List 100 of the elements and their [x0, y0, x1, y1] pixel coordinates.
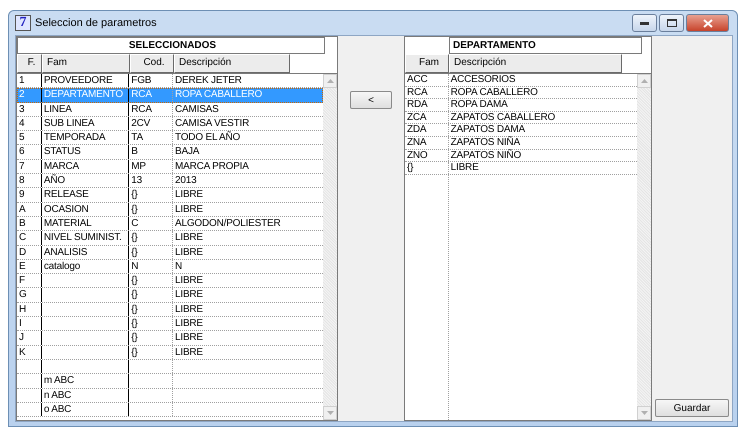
table-cell: AÑO — [42, 174, 130, 188]
table-cell-text: N — [174, 260, 184, 274]
table-row[interactable]: K {} LIBRE — [17, 346, 323, 360]
table-cell: J — [17, 331, 42, 345]
table-cell: n ABC — [42, 388, 130, 402]
table-row[interactable]: A OCASION {} LIBRE — [17, 202, 323, 217]
table-cell-text: ZAPATOS NIÑO — [450, 150, 522, 162]
table-cell: 5 — [17, 131, 42, 144]
table-cell: PROVEEDORE — [42, 74, 130, 88]
table-cell: 9 — [17, 188, 42, 202]
table-row[interactable]: J {} LIBRE — [17, 331, 323, 346]
column-header[interactable]: F. — [17, 54, 42, 73]
table-cell-text: ALGODON/POLIESTER — [174, 216, 282, 230]
table-row[interactable]: 8 AÑO 13 2013 — [17, 174, 323, 188]
table-row[interactable]: {} LIBRE — [405, 162, 637, 175]
table-cell: {} — [129, 274, 173, 288]
table-cell: RDA — [405, 99, 449, 111]
table-row[interactable]: n ABC — [17, 388, 323, 403]
table-cell-text: BAJA — [174, 145, 200, 159]
table-row[interactable]: RDA ROPA DAMA — [405, 99, 637, 112]
table-cell: N — [129, 260, 173, 274]
scrollbar[interactable] — [323, 74, 337, 420]
table-cell-text: LIBRE — [174, 346, 204, 359]
table-row[interactable]: 4 SUB LINEA 2CV CAMISA VESTIR — [17, 116, 323, 132]
scroll-down-icon[interactable] — [640, 411, 648, 415]
save-button[interactable]: Guardar — [655, 399, 729, 417]
column-header[interactable]: Descripción — [174, 54, 290, 73]
table-row[interactable]: 5 TEMPORADA TA TODO EL AÑO — [17, 131, 323, 146]
table-row[interactable]: G {} LIBRE — [17, 288, 323, 303]
table-row[interactable]: 7 MARCA MP MARCA PROPIA — [17, 160, 323, 174]
table-cell-text: LIBRE — [174, 246, 204, 259]
table-row[interactable]: B MATERIAL C ALGODON/POLIESTER — [17, 216, 323, 232]
table-row[interactable]: F {} LIBRE — [17, 274, 323, 288]
table-cell: catalogo — [42, 260, 130, 274]
scrollbar[interactable] — [637, 74, 651, 420]
table-cell: {} — [129, 317, 173, 330]
close-icon — [702, 18, 712, 28]
table-cell: o ABC — [42, 402, 130, 416]
column-header[interactable]: Fam — [405, 54, 449, 73]
table-row[interactable]: o ABC — [17, 402, 323, 418]
table-cell: FGB — [129, 74, 173, 88]
minimize-button[interactable] — [632, 14, 657, 32]
table-cell: DEPARTAMENTO — [42, 88, 130, 102]
column-header[interactable]: Fam — [42, 54, 130, 73]
table-row[interactable]: E catalogo N N — [17, 260, 323, 274]
table-row[interactable]: C NIVEL SUMINIST. {} LIBRE — [17, 231, 323, 246]
table-cell-text: LIBRE — [174, 317, 204, 330]
table-cell: STATUS — [42, 145, 130, 159]
table-cell-text: LIBRE — [174, 288, 204, 302]
table-cell: m ABC — [42, 374, 130, 388]
maximize-button[interactable] — [659, 14, 684, 32]
table-cell-text: ROPA DAMA — [450, 99, 509, 111]
grid-title: SELECCIONADOS — [17, 37, 325, 54]
table-cell: C — [129, 216, 173, 230]
table-cell: LINEA — [42, 102, 130, 116]
table-cell-text: CAMISAS — [174, 102, 220, 116]
table-row[interactable]: H {} LIBRE — [17, 302, 323, 318]
move-left-button[interactable]: < — [350, 91, 392, 109]
table-cell: 8 — [17, 174, 42, 188]
table-cell-text: TODO EL AÑO — [174, 131, 242, 144]
table-cell: ACC — [405, 74, 449, 86]
table-row[interactable]: D ANALISIS {} LIBRE — [17, 246, 323, 260]
table-cell: ANALISIS — [42, 246, 130, 259]
table-cell: {} — [129, 346, 173, 359]
grid-title: DEPARTAMENTO — [449, 37, 642, 54]
table-cell-text: 2013 — [174, 174, 198, 188]
scroll-down-icon[interactable] — [326, 411, 334, 415]
table-row[interactable]: 3 LINEA RCA CAMISAS — [17, 102, 323, 117]
table-cell-text: LIBRE — [174, 188, 204, 202]
table-cell: A — [17, 202, 42, 216]
table-cell: {} — [129, 246, 173, 259]
table-cell: K — [17, 346, 42, 359]
table-cell-text: ZAPATOS DAMA — [450, 124, 526, 136]
table-cell-text: ZAPATOS NIÑA — [450, 136, 521, 149]
scroll-up-icon[interactable] — [326, 79, 334, 83]
table-cell: {} — [129, 202, 173, 216]
table-row[interactable]: 9 RELEASE {} LIBRE — [17, 188, 323, 203]
table-cell: 2CV — [129, 116, 173, 130]
table-cell: OCASION — [42, 202, 130, 216]
table-cell-text: ACCESORIOS — [450, 74, 516, 86]
table-row[interactable]: m ABC — [17, 374, 323, 389]
table-cell: D — [17, 246, 42, 259]
close-button[interactable] — [686, 14, 729, 32]
table-cell: NIVEL SUMINIST. — [42, 231, 130, 245]
table-row[interactable]: ACC ACCESORIOS — [405, 74, 637, 87]
column-header[interactable]: Descripción — [449, 54, 622, 73]
table-cell: 6 — [17, 145, 42, 159]
table-row[interactable]: 6 STATUS B BAJA — [17, 145, 323, 160]
table-cell: E — [17, 260, 42, 274]
table-cell: {} — [129, 288, 173, 302]
column-header[interactable]: Cod. — [130, 54, 174, 73]
table-cell: MARCA — [42, 160, 130, 174]
table-row[interactable]: I {} LIBRE — [17, 317, 323, 332]
table-cell: 1 — [17, 74, 42, 88]
scroll-up-icon[interactable] — [640, 79, 648, 83]
table-cell-text: LIBRE — [174, 202, 204, 216]
table-row[interactable] — [17, 360, 323, 374]
maximize-icon — [666, 19, 676, 27]
table-cell-text: DEREK JETER — [174, 74, 243, 88]
table-cell: {} — [129, 302, 173, 316]
